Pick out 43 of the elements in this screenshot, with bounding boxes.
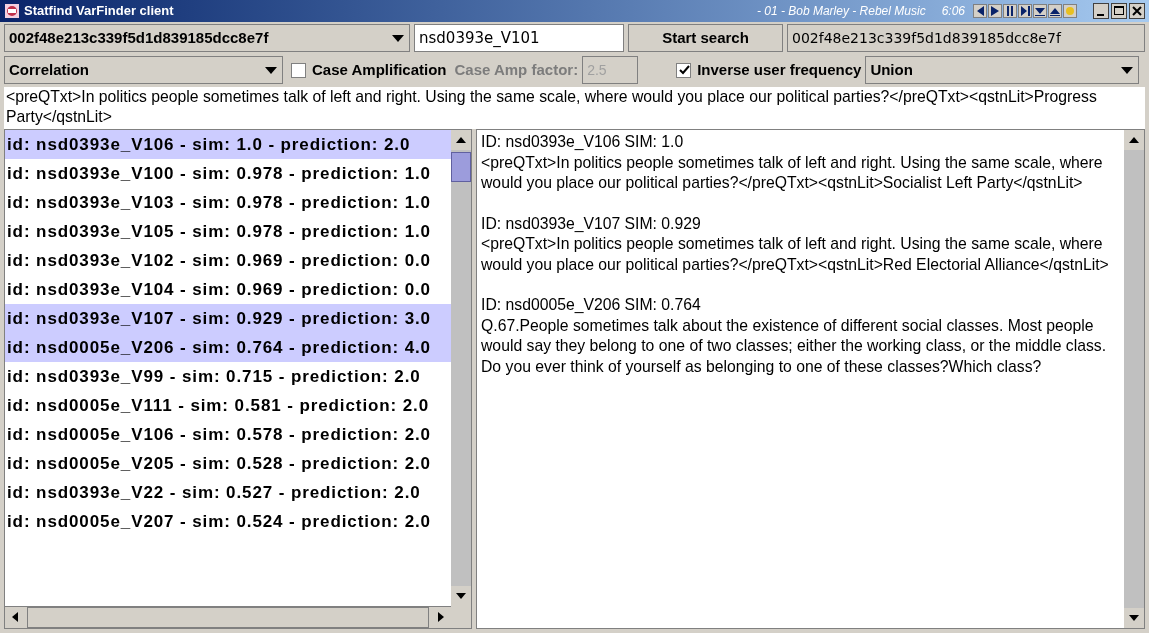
minimize-icon[interactable] — [1093, 3, 1109, 19]
skip-forward-icon[interactable] — [1018, 4, 1032, 18]
scroll-up-icon[interactable] — [451, 130, 471, 150]
track-time: 6:06 — [941, 3, 965, 20]
detail-text: Q.67.People sometimes talk about the existence of different social classes. Most people would say they belong to one of two classes; either the working class, or the middle class. Do you ever think of yourself as belonging to one of these classes?Which class? — [481, 315, 1108, 377]
detail-header: ID: nsd0005e_V206 SIM: 0.764 — [481, 295, 702, 315]
similarity-dropdown[interactable]: Correlation — [4, 56, 283, 84]
start-search-button[interactable]: Start search — [628, 24, 783, 52]
close-icon[interactable] — [1129, 3, 1145, 19]
app-icon — [4, 3, 20, 19]
dropdown-arrow-icon[interactable] — [264, 65, 278, 75]
now-playing-text: - 01 - Bob Marley - Rebel Music — [756, 3, 926, 20]
user-dropdown[interactable]: 002f48e213c339f5d1d839185dcc8e7f — [4, 24, 410, 52]
checkmark-icon — [677, 64, 690, 76]
result-item[interactable]: id: nsd0393e_V107 - sim: 0.929 - prediction: 3.0 — [5, 304, 451, 333]
scroll-up-icon[interactable] — [1124, 130, 1144, 150]
checkbox[interactable] — [291, 62, 306, 78]
user-id-field[interactable]: 002f48e213c339f5d1d839185dcc8e7f — [787, 24, 1145, 52]
play-icon[interactable] — [988, 4, 1002, 18]
detail-text: <preQTxt>In politics people sometimes talk of left and right. Using the same scale, where would you place our political parties?</preQTxt><qstnLit>Socialist Left Party</qstnLit> — [481, 152, 1104, 193]
scroll-down-icon[interactable] — [1124, 608, 1144, 628]
checkbox-label: Case Amplification — [312, 59, 447, 80]
pause-icon[interactable] — [1003, 4, 1017, 18]
window-title: Statfind VarFinder client — [24, 2, 174, 21]
detail-header: ID: nsd0393e_V106 SIM: 1.0 — [481, 132, 685, 152]
result-item[interactable]: id: nsd0005e_V206 - sim: 0.764 - prediction: 4.0 — [5, 333, 451, 362]
checkbox-label: Inverse user frequency — [697, 59, 862, 80]
detail-header: ID: nsd0393e_V107 SIM: 0.929 — [481, 213, 702, 234]
skip-back-icon[interactable] — [973, 4, 987, 18]
detail-text: <preQTxt>In politics people sometimes talk of left and right. Using the same scale, where would you place our political parties?</preQTxt><qstnLit>Red Electorial Alliance</qstnLit> — [481, 234, 1109, 275]
scroll-thumb[interactable] — [451, 152, 471, 182]
dropdown-arrow-icon[interactable] — [391, 33, 405, 43]
dropdown-arrow-icon[interactable] — [1120, 65, 1134, 75]
checkbox[interactable] — [676, 62, 692, 78]
maximize-icon[interactable] — [1111, 3, 1127, 19]
vertical-scrollbar[interactable] — [451, 130, 471, 606]
scroll-down-icon[interactable] — [451, 586, 471, 606]
query-field[interactable]: nsd0393e_V101 — [414, 24, 624, 52]
combine-dropdown[interactable]: Union — [865, 56, 1139, 84]
query-text: <preQTxt>In politics people sometimes talk of left and right. Using the same scale, where would you place our political parties?</preQTxt><qstnLit>Progress Party</qstnLit> — [6, 87, 1098, 127]
result-item[interactable]: id: nsd0393e_V106 - sim: 1.0 - prediction: 2.0 — [5, 130, 451, 159]
factor-label: Case Amp factor: — [454, 59, 579, 80]
vertical-scrollbar[interactable] — [1124, 130, 1144, 628]
